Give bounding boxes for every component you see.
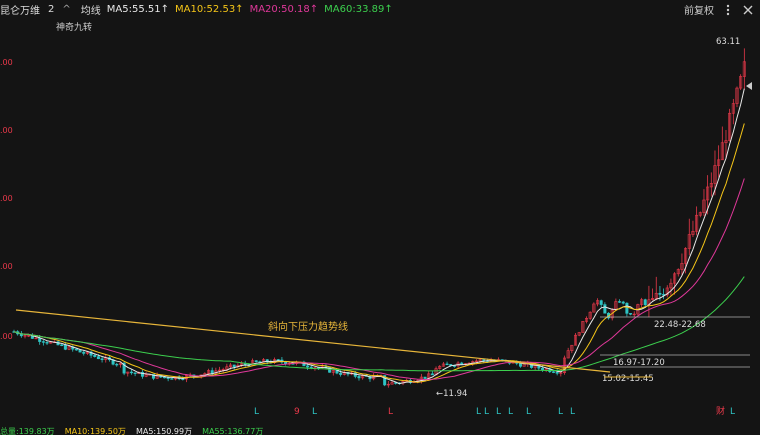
volume-bar: 总量:139.83万 MA10:139.50万 MA5:150.99万 MA55… (0, 426, 760, 435)
candle-body (232, 364, 236, 367)
candle-body (133, 372, 137, 374)
candle-body (63, 344, 67, 350)
candle-body (93, 354, 97, 357)
signal-marker: L (476, 407, 481, 417)
candle-body (306, 365, 310, 368)
triangle-icon[interactable] (744, 82, 754, 92)
candle-body (599, 300, 603, 305)
trendline-label: 斜向下压力趋势线 (268, 320, 348, 333)
candle-body (629, 313, 633, 315)
indicator-label: 神奇九转 (56, 23, 93, 33)
candle-body (254, 360, 258, 362)
support-label: 15.02-15.45 (602, 374, 654, 384)
signal-marker: L (496, 407, 501, 417)
kebab-icon[interactable] (722, 4, 734, 16)
volume-ma10: MA10:139.50万 (64, 427, 126, 435)
candle-body (115, 363, 119, 366)
candle-body (100, 358, 104, 361)
candle-body (162, 376, 166, 379)
candle-body (603, 304, 607, 314)
candle-body (45, 342, 49, 344)
candle-body (357, 376, 361, 379)
candle-body (540, 367, 544, 371)
y-axis-tick: .00 (0, 126, 13, 135)
support-label: 22.48-22.68 (654, 320, 706, 330)
candle-body (618, 301, 622, 303)
close-icon[interactable] (742, 4, 754, 16)
candle-body (430, 373, 434, 376)
signal-marker: L (312, 407, 317, 417)
period-badge[interactable]: 2 (48, 4, 54, 15)
candle-body (170, 378, 174, 380)
candle-body (658, 292, 662, 295)
ma20-label: MA20:50.18↑ (249, 3, 319, 15)
volume-total: 总量:139.83万 (0, 427, 55, 435)
avg-label[interactable]: 均线 (81, 2, 101, 17)
candle-body (41, 341, 45, 343)
candle-body (555, 372, 559, 374)
candle-body (551, 371, 555, 373)
ma20-line (13, 178, 745, 381)
candle-body (129, 371, 133, 374)
volume-ma5: MA5:150.99万 (135, 427, 193, 435)
candle-body (423, 376, 427, 379)
price-chart[interactable]: .00 .00 .00 .00 .00 斜向下压力趋势线 22.48-22.68 16.97-… (0, 0, 760, 435)
signal-marker: L (558, 407, 563, 417)
chart-header: 昆仑万维 2 ^ 均线 MA5:55.51↑ MA10:52.53↑ MA20:… (0, 0, 760, 18)
signal-marker: L (570, 407, 575, 417)
ma60-label: MA60:33.89↑ (324, 3, 393, 15)
support-label: 16.97-17.20 (613, 358, 665, 368)
stock-name[interactable]: 昆仑万维 (0, 2, 40, 17)
signal-marker: L (526, 407, 531, 417)
candle-body (621, 301, 625, 304)
candle-body (96, 356, 100, 360)
candle-body (482, 359, 486, 361)
y-axis-tick: .00 (0, 262, 13, 271)
signal-marker: L (730, 407, 735, 417)
candle-body (625, 302, 629, 314)
signal-marker: L (254, 407, 259, 417)
ma5-line (13, 88, 745, 385)
header-tools: 前复权 (684, 2, 754, 17)
finance-marker: 财 (716, 405, 725, 417)
adjust-select[interactable]: 前复权 (684, 2, 714, 17)
candle-body (78, 349, 82, 353)
volume-ma55: MA55:136.77万 (202, 427, 264, 435)
signal-marker: L (388, 407, 393, 417)
y-axis-tick: .00 (0, 58, 13, 67)
signal-marker: L (508, 407, 513, 417)
ma5-label: MA5:55.51↑ (106, 3, 169, 15)
candle-body (181, 378, 185, 380)
signal-marker: 9 (294, 407, 300, 417)
y-axis-tick: .00 (0, 332, 13, 341)
candle-body (210, 370, 214, 374)
candle-body (60, 344, 64, 347)
ma10-label: MA10:52.53↑ (174, 3, 244, 15)
candle-body (74, 348, 78, 351)
candle-body (276, 359, 280, 361)
ma60-line (13, 276, 745, 372)
candle-body (643, 299, 647, 306)
chevron-up-icon[interactable]: ^ (62, 4, 70, 15)
low-label: ←11.94 (436, 389, 467, 399)
candle-body (445, 363, 449, 366)
candle-body (82, 351, 86, 354)
y-axis-tick: .00 (0, 194, 13, 203)
signal-marker: L (484, 407, 489, 417)
candle-body (339, 372, 343, 375)
ma10-line (13, 123, 745, 383)
candle-body (518, 363, 522, 367)
high-label: 63.11 (716, 37, 740, 47)
